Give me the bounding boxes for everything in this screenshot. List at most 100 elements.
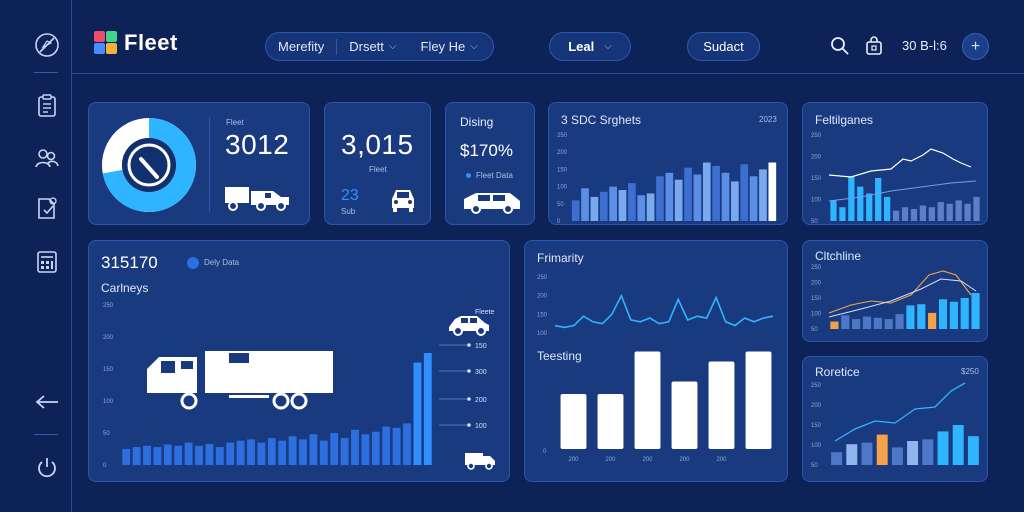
sidebar-divider	[34, 434, 58, 435]
status-text: 30 B-l:6	[902, 38, 947, 53]
bar	[875, 178, 882, 221]
users-icon[interactable]	[34, 145, 60, 171]
y-tick-label: 50	[103, 431, 110, 437]
bar	[267, 438, 276, 465]
roretice-combo-chart: 250 200 150 100 50	[811, 382, 979, 469]
bar	[226, 442, 235, 465]
bar	[749, 176, 758, 221]
frimarity-line-chart: 250 200 150 100	[537, 275, 774, 337]
bar	[174, 445, 183, 465]
compass-icon[interactable]	[34, 32, 60, 58]
bar	[910, 208, 918, 221]
calculator-icon[interactable]	[34, 249, 60, 275]
arrow-left-icon[interactable]	[34, 389, 60, 415]
bar	[351, 429, 359, 465]
clipboard-icon[interactable]	[34, 93, 60, 119]
x-tick-label: 200	[643, 457, 654, 463]
bar	[195, 445, 203, 465]
action-button[interactable]: Sudact	[687, 32, 760, 61]
bar	[946, 203, 953, 221]
legend-value: 300	[475, 369, 487, 376]
nav-label: Drsett	[349, 39, 384, 54]
nav-label: Fley He	[420, 39, 466, 54]
feltilganes-chart-card: Feltilganes 250 200 150 100 50	[802, 102, 988, 225]
chevron-down-icon: ⌵	[470, 41, 478, 52]
car-icon	[392, 190, 414, 212]
bar	[340, 438, 349, 465]
y-tick-label: 200	[557, 150, 568, 156]
search-icon[interactable]	[830, 36, 850, 56]
x-tick-label: 200	[717, 457, 728, 463]
legend-dot	[467, 423, 471, 427]
bar	[413, 362, 422, 465]
card-title: 3 SDC Srghets	[561, 113, 642, 127]
bar	[361, 434, 370, 465]
card-corner-label: 2023	[759, 115, 777, 124]
y-tick-label: 200	[811, 403, 822, 409]
bag-icon[interactable]	[864, 36, 884, 56]
power-icon[interactable]	[34, 455, 60, 481]
filter-dropdown[interactable]: Leal ⌵	[549, 32, 631, 61]
main-chart-card: 315170 Dely Data Carlneys 250 200 150 100 50…	[88, 240, 510, 482]
bar	[906, 305, 915, 329]
bar	[768, 162, 777, 221]
bar	[971, 293, 980, 329]
y-tick-label: 250	[537, 275, 548, 281]
plus-icon[interactable]: +	[962, 33, 989, 60]
bar	[581, 188, 589, 221]
y-tick-label: 50	[811, 219, 818, 225]
bar	[184, 442, 193, 465]
nav-item-fley-he[interactable]: Fley He ⌵	[409, 33, 490, 60]
bar	[740, 164, 749, 221]
bar	[609, 186, 617, 221]
y-tick-label: 250	[811, 133, 822, 139]
cltchline-combo-chart: 250 200 150 100 50	[811, 265, 980, 333]
x-tick-label: 200	[606, 457, 617, 463]
app-logo[interactable]: Fleet	[94, 30, 178, 56]
bar	[634, 351, 661, 449]
nav-pill-group: Merefity Drsett ⌵ Fley He ⌵	[265, 32, 494, 61]
bar	[852, 319, 861, 329]
kpi-gauge-card: Fleet 3012	[88, 102, 310, 225]
kpi-small-label: Sub	[341, 207, 356, 216]
bar	[330, 433, 339, 465]
nav-item-merefity[interactable]: Merefity	[266, 33, 336, 60]
y-tick-label: 250	[811, 383, 822, 389]
y-tick-label: 100	[811, 443, 822, 449]
legend-dot	[466, 173, 471, 178]
bar	[937, 431, 949, 465]
legend-dot	[467, 369, 471, 373]
card-title: Roretice	[815, 365, 860, 379]
bar	[684, 167, 692, 221]
legend-dot	[467, 397, 471, 401]
bar	[964, 203, 971, 221]
bar	[712, 165, 720, 221]
bar	[895, 314, 904, 329]
logo-icon	[94, 31, 118, 55]
action-label: Sudact	[703, 39, 744, 54]
legend-value: 200	[475, 397, 487, 404]
gauge-chart	[102, 118, 196, 212]
y-tick-label: 150	[103, 367, 114, 373]
document-icon[interactable]	[34, 195, 60, 221]
bar	[665, 172, 674, 221]
card-title: Feltilganes	[815, 113, 874, 127]
card-title: Dising	[460, 115, 494, 129]
bar	[952, 425, 964, 465]
y-tick-label: 100	[811, 198, 822, 204]
bar	[919, 205, 927, 221]
truck-icon	[225, 187, 289, 211]
kpi-sub-label: Fleet	[369, 165, 387, 174]
card-subtitle: Carlneys	[101, 281, 149, 295]
bar	[839, 207, 846, 221]
bar	[876, 434, 888, 465]
kpi-value: 3012	[225, 129, 290, 160]
bar	[257, 442, 266, 465]
app-name: Fleet	[124, 30, 178, 55]
segments-chart-card: 3 SDC Srghets 2023 250 200 150 100 50 0	[548, 102, 788, 225]
bar	[949, 301, 958, 329]
bar	[721, 172, 730, 221]
bar	[937, 202, 944, 221]
bar	[731, 181, 739, 221]
nav-item-drsett[interactable]: Drsett ⌵	[337, 33, 408, 60]
